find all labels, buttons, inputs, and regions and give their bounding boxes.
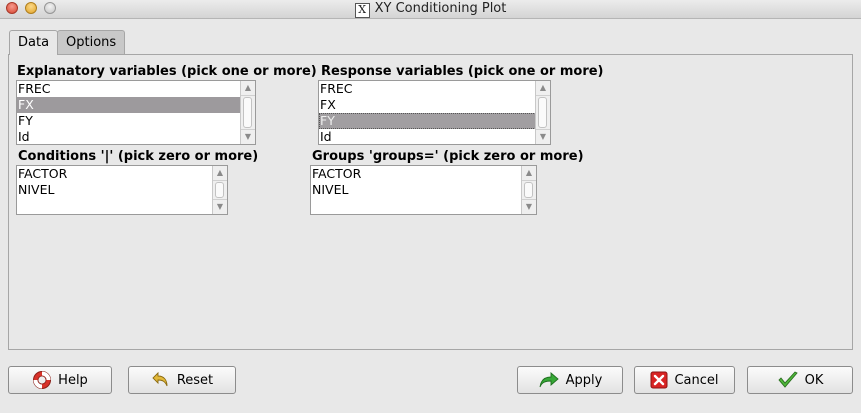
groups-label: Groups 'groups=' (pick zero or more) [312,149,584,164]
explanatory-variables-listbox[interactable]: FREC FX FY Id ▲ ▼ [16,80,256,145]
list-item[interactable]: FY [17,113,255,129]
tab-data[interactable]: Data [9,30,58,55]
apply-button-label: Apply [565,372,603,388]
list-item[interactable]: NIVEL [17,182,227,198]
list-item[interactable]: FACTOR [311,166,536,182]
list-item-selected[interactable]: FY [319,113,550,129]
scroll-down-icon[interactable]: ▼ [213,199,227,214]
tab-options[interactable]: Options [57,30,125,54]
scrollbar-thumb[interactable] [243,97,252,128]
groups-listbox[interactable]: FACTOR NIVEL ▲ ▼ [310,165,537,215]
list-item[interactable]: NIVEL [311,182,536,198]
window-title: XY Conditioning Plot [374,1,507,16]
scroll-down-icon[interactable]: ▼ [241,129,255,144]
lifebuoy-icon [33,371,52,389]
help-button[interactable]: Help [8,366,112,394]
cancel-button-label: Cancel [674,372,719,388]
list-item[interactable]: Id [319,129,550,144]
cancel-button[interactable]: Cancel [634,366,735,394]
scroll-up-icon[interactable]: ▲ [522,166,536,181]
reset-button[interactable]: Reset [128,366,236,394]
x11-app-icon: X [354,3,370,18]
vertical-scrollbar[interactable]: ▲ ▼ [240,81,255,144]
ok-button-label: OK [804,372,824,388]
checkmark-icon [777,371,798,388]
explanatory-variables-label: Explanatory variables (pick one or more) [17,64,317,79]
scrollbar-thumb[interactable] [524,182,533,198]
vertical-scrollbar[interactable]: ▲ ▼ [535,81,550,144]
scrollbar-thumb[interactable] [215,182,224,198]
apply-button[interactable]: Apply [517,366,623,394]
ok-button[interactable]: OK [747,366,853,394]
scroll-up-icon[interactable]: ▲ [241,81,255,96]
list-item[interactable]: FX [319,97,550,113]
conditions-label: Conditions '|' (pick zero or more) [18,149,259,164]
scrollbar-thumb[interactable] [538,97,547,128]
scroll-up-icon[interactable]: ▲ [213,166,227,181]
vertical-scrollbar[interactable]: ▲ ▼ [212,166,227,214]
list-item[interactable]: FACTOR [17,166,227,182]
undo-arrow-icon [152,371,168,387]
title-bar: X XY Conditioning Plot [0,0,861,19]
response-variables-listbox[interactable]: FREC FX FY Id ▲ ▼ [318,80,551,145]
list-item[interactable]: Id [17,129,255,144]
list-item[interactable]: FREC [17,81,255,97]
response-variables-label: Response variables (pick one or more) [321,64,604,79]
conditions-listbox[interactable]: FACTOR NIVEL ▲ ▼ [16,165,228,215]
vertical-scrollbar[interactable]: ▲ ▼ [521,166,536,214]
reset-button-label: Reset [176,372,214,388]
help-button-label: Help [58,372,88,388]
window-title-area: X XY Conditioning Plot [0,1,861,18]
scroll-down-icon[interactable]: ▼ [536,129,550,144]
list-item-selected[interactable]: FX [17,97,255,113]
scroll-down-icon[interactable]: ▼ [522,199,536,214]
apply-arrow-icon [539,372,559,388]
cancel-x-icon [650,371,668,389]
list-item[interactable]: FREC [319,81,550,97]
scroll-up-icon[interactable]: ▲ [536,81,550,96]
